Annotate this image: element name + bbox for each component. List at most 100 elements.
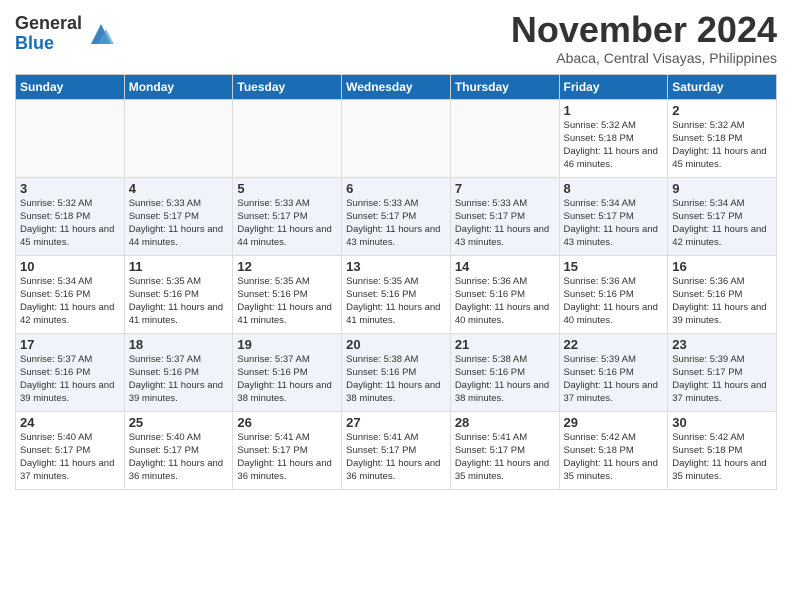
day-number: 4 (129, 181, 229, 196)
day-number: 1 (564, 103, 664, 118)
calendar-cell: 4Sunrise: 5:33 AMSunset: 5:17 PMDaylight… (124, 177, 233, 255)
calendar-header-wednesday: Wednesday (342, 74, 451, 99)
calendar-cell: 22Sunrise: 5:39 AMSunset: 5:16 PMDayligh… (559, 333, 668, 411)
page-container: General Blue November 2024 Abaca, Centra… (0, 0, 792, 612)
day-number: 27 (346, 415, 446, 430)
calendar-cell (342, 99, 451, 177)
day-number: 14 (455, 259, 555, 274)
calendar-cell: 11Sunrise: 5:35 AMSunset: 5:16 PMDayligh… (124, 255, 233, 333)
day-info: Sunrise: 5:32 AMSunset: 5:18 PMDaylight:… (672, 119, 772, 172)
day-info: Sunrise: 5:35 AMSunset: 5:16 PMDaylight:… (346, 275, 446, 328)
calendar-cell: 26Sunrise: 5:41 AMSunset: 5:17 PMDayligh… (233, 411, 342, 489)
day-number: 28 (455, 415, 555, 430)
day-number: 24 (20, 415, 120, 430)
calendar-cell: 24Sunrise: 5:40 AMSunset: 5:17 PMDayligh… (16, 411, 125, 489)
calendar-header-saturday: Saturday (668, 74, 777, 99)
day-info: Sunrise: 5:33 AMSunset: 5:17 PMDaylight:… (129, 197, 229, 250)
day-number: 15 (564, 259, 664, 274)
day-number: 23 (672, 337, 772, 352)
calendar-cell: 15Sunrise: 5:36 AMSunset: 5:16 PMDayligh… (559, 255, 668, 333)
calendar-cell: 5Sunrise: 5:33 AMSunset: 5:17 PMDaylight… (233, 177, 342, 255)
calendar-cell: 6Sunrise: 5:33 AMSunset: 5:17 PMDaylight… (342, 177, 451, 255)
calendar-cell: 1Sunrise: 5:32 AMSunset: 5:18 PMDaylight… (559, 99, 668, 177)
calendar-cell (233, 99, 342, 177)
day-number: 16 (672, 259, 772, 274)
day-number: 25 (129, 415, 229, 430)
day-number: 26 (237, 415, 337, 430)
calendar-week-row: 3Sunrise: 5:32 AMSunset: 5:18 PMDaylight… (16, 177, 777, 255)
day-number: 29 (564, 415, 664, 430)
calendar-table: SundayMondayTuesdayWednesdayThursdayFrid… (15, 74, 777, 490)
day-info: Sunrise: 5:34 AMSunset: 5:17 PMDaylight:… (564, 197, 664, 250)
day-number: 20 (346, 337, 446, 352)
calendar-cell: 23Sunrise: 5:39 AMSunset: 5:17 PMDayligh… (668, 333, 777, 411)
calendar-cell: 2Sunrise: 5:32 AMSunset: 5:18 PMDaylight… (668, 99, 777, 177)
day-number: 13 (346, 259, 446, 274)
calendar-cell (16, 99, 125, 177)
location-title: Abaca, Central Visayas, Philippines (511, 50, 777, 66)
day-number: 2 (672, 103, 772, 118)
logo-blue: Blue (15, 33, 54, 53)
calendar-cell (450, 99, 559, 177)
calendar-cell: 14Sunrise: 5:36 AMSunset: 5:16 PMDayligh… (450, 255, 559, 333)
day-number: 17 (20, 337, 120, 352)
day-info: Sunrise: 5:41 AMSunset: 5:17 PMDaylight:… (455, 431, 555, 484)
day-number: 6 (346, 181, 446, 196)
calendar-cell: 17Sunrise: 5:37 AMSunset: 5:16 PMDayligh… (16, 333, 125, 411)
day-info: Sunrise: 5:33 AMSunset: 5:17 PMDaylight:… (346, 197, 446, 250)
day-number: 10 (20, 259, 120, 274)
day-number: 19 (237, 337, 337, 352)
day-info: Sunrise: 5:34 AMSunset: 5:17 PMDaylight:… (672, 197, 772, 250)
calendar-cell: 21Sunrise: 5:38 AMSunset: 5:16 PMDayligh… (450, 333, 559, 411)
day-info: Sunrise: 5:35 AMSunset: 5:16 PMDaylight:… (129, 275, 229, 328)
day-info: Sunrise: 5:36 AMSunset: 5:16 PMDaylight:… (564, 275, 664, 328)
calendar-cell: 3Sunrise: 5:32 AMSunset: 5:18 PMDaylight… (16, 177, 125, 255)
day-info: Sunrise: 5:40 AMSunset: 5:17 PMDaylight:… (129, 431, 229, 484)
logo-icon (86, 19, 116, 49)
day-number: 7 (455, 181, 555, 196)
calendar-week-row: 17Sunrise: 5:37 AMSunset: 5:16 PMDayligh… (16, 333, 777, 411)
calendar-header-sunday: Sunday (16, 74, 125, 99)
day-number: 3 (20, 181, 120, 196)
calendar-cell: 29Sunrise: 5:42 AMSunset: 5:18 PMDayligh… (559, 411, 668, 489)
calendar-cell: 12Sunrise: 5:35 AMSunset: 5:16 PMDayligh… (233, 255, 342, 333)
calendar-cell: 25Sunrise: 5:40 AMSunset: 5:17 PMDayligh… (124, 411, 233, 489)
day-number: 8 (564, 181, 664, 196)
calendar-cell (124, 99, 233, 177)
logo: General Blue (15, 14, 116, 54)
day-info: Sunrise: 5:37 AMSunset: 5:16 PMDaylight:… (20, 353, 120, 406)
day-info: Sunrise: 5:39 AMSunset: 5:16 PMDaylight:… (564, 353, 664, 406)
day-info: Sunrise: 5:42 AMSunset: 5:18 PMDaylight:… (564, 431, 664, 484)
calendar-cell: 8Sunrise: 5:34 AMSunset: 5:17 PMDaylight… (559, 177, 668, 255)
day-info: Sunrise: 5:41 AMSunset: 5:17 PMDaylight:… (237, 431, 337, 484)
day-info: Sunrise: 5:37 AMSunset: 5:16 PMDaylight:… (237, 353, 337, 406)
calendar-header-tuesday: Tuesday (233, 74, 342, 99)
day-info: Sunrise: 5:34 AMSunset: 5:16 PMDaylight:… (20, 275, 120, 328)
day-number: 12 (237, 259, 337, 274)
day-info: Sunrise: 5:41 AMSunset: 5:17 PMDaylight:… (346, 431, 446, 484)
day-number: 9 (672, 181, 772, 196)
day-number: 11 (129, 259, 229, 274)
day-info: Sunrise: 5:35 AMSunset: 5:16 PMDaylight:… (237, 275, 337, 328)
day-number: 30 (672, 415, 772, 430)
calendar-cell: 19Sunrise: 5:37 AMSunset: 5:16 PMDayligh… (233, 333, 342, 411)
calendar-week-row: 24 Sunrise: 5:40 AMSunset: 5:17 PMDayligh… (16, 411, 777, 489)
day-info: Sunrise: 5:42 AMSunset: 5:18 PMDaylight:… (672, 431, 772, 484)
day-number: 5 (237, 181, 337, 196)
day-info: Sunrise: 5:36 AMSunset: 5:16 PMDaylight:… (455, 275, 555, 328)
day-info: Sunrise: 5:37 AMSunset: 5:16 PMDaylight:… (129, 353, 229, 406)
logo-general: General (15, 13, 82, 33)
calendar-cell: 30Sunrise: 5:42 AMSunset: 5:18 PMDayligh… (668, 411, 777, 489)
calendar-cell: 20Sunrise: 5:38 AMSunset: 5:16 PMDayligh… (342, 333, 451, 411)
calendar-cell: 7Sunrise: 5:33 AMSunset: 5:17 PMDaylight… (450, 177, 559, 255)
calendar-cell: 9Sunrise: 5:34 AMSunset: 5:17 PMDaylight… (668, 177, 777, 255)
calendar-header-monday: Monday (124, 74, 233, 99)
day-info: Sunrise: 5:32 AMSunset: 5:18 PMDaylight:… (20, 197, 120, 250)
calendar-cell: 27Sunrise: 5:41 AMSunset: 5:17 PMDayligh… (342, 411, 451, 489)
calendar-header-row: SundayMondayTuesdayWednesdayThursdayFrid… (16, 74, 777, 99)
day-number: 21 (455, 337, 555, 352)
calendar-header-friday: Friday (559, 74, 668, 99)
logo-text: General Blue (15, 14, 82, 54)
day-number: 18 (129, 337, 229, 352)
calendar-week-row: 1 Sunrise: 5:32 AMSunset: 5:18 PMDaylight… (16, 99, 777, 177)
